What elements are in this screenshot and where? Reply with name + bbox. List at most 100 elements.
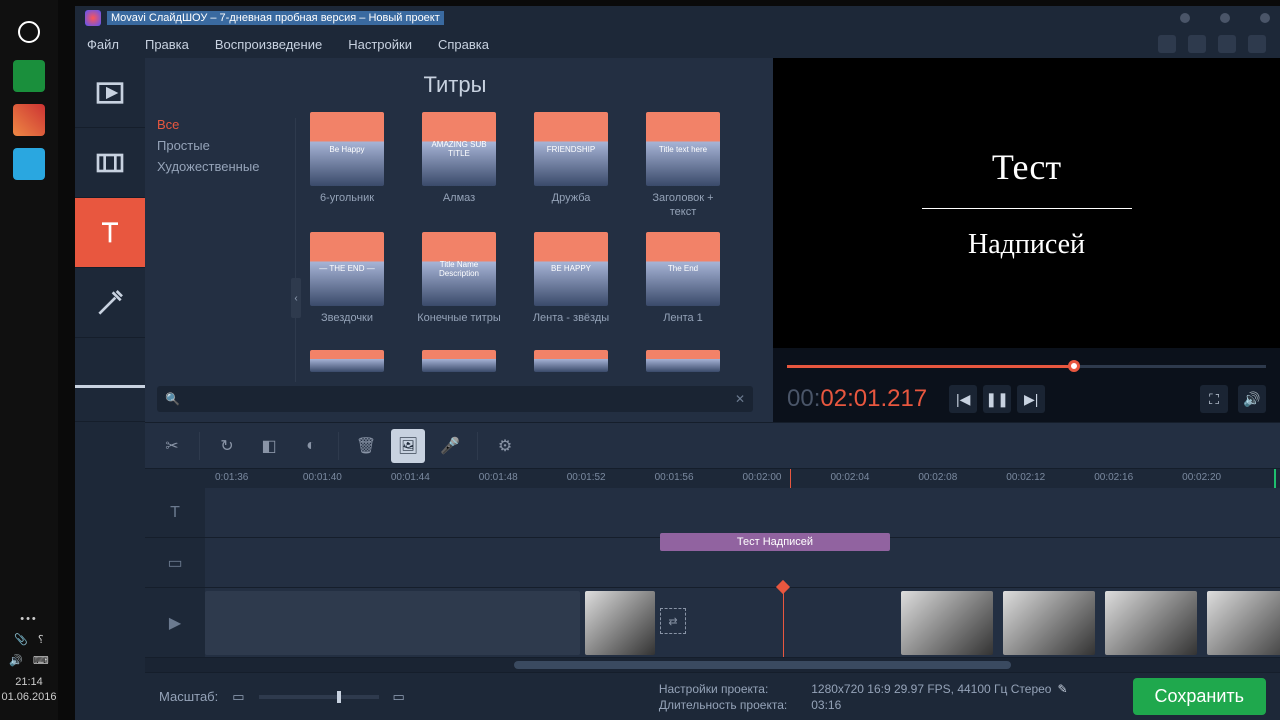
preview-text-1: Тест (992, 146, 1061, 188)
edit-settings-icon[interactable]: ✎ (1057, 682, 1067, 696)
thumb-hexagon[interactable]: Be Happy6-угольник (305, 112, 389, 220)
volume-button[interactable]: 🔊 (1238, 385, 1266, 413)
ruler-tick: 00:02:20 (1182, 469, 1270, 488)
crop-button[interactable]: ◧ (252, 429, 286, 463)
thumb-ribbon-1[interactable]: The EndЛента 1 (641, 232, 725, 338)
track-head-video[interactable]: ▶ (145, 588, 205, 657)
save-button[interactable]: Сохранить (1133, 678, 1266, 715)
video-gap[interactable] (205, 591, 580, 655)
thumb-header-text[interactable]: Title text hereЗаголовок + текст (641, 112, 725, 220)
menu-file[interactable]: Файл (87, 37, 119, 52)
track-titles[interactable] (205, 488, 1280, 537)
clear-search-icon[interactable]: ✕ (735, 392, 745, 406)
thumb-extra-1[interactable] (305, 350, 389, 372)
minimize-icon[interactable] (1180, 13, 1190, 23)
zoom-fit-icon[interactable]: ▭ (393, 689, 405, 705)
share-other-icon[interactable] (1248, 35, 1266, 53)
category-artistic[interactable]: Художественные (145, 156, 285, 177)
close-icon[interactable] (1260, 13, 1270, 23)
thumb-label: Конечные титры (417, 312, 501, 338)
timecode: 00:02:01.217 (787, 385, 927, 414)
video-clip[interactable] (1003, 591, 1095, 655)
menu-settings[interactable]: Настройки (348, 37, 412, 52)
share-vk-icon[interactable] (1218, 35, 1236, 53)
category-all[interactable]: Все (145, 114, 285, 135)
collapse-handle[interactable]: ‹ (291, 278, 301, 318)
tray-overflow-icon[interactable]: ••• (20, 613, 38, 625)
menu-help[interactable]: Справка (438, 37, 489, 52)
thumb-label: Заголовок + текст (641, 192, 725, 220)
video-clip[interactable] (585, 591, 655, 655)
search-input[interactable]: 🔍 ✕ (157, 386, 753, 412)
tool-more[interactable] (75, 352, 145, 422)
record-audio-button[interactable]: 🎤 (433, 429, 467, 463)
track-head-titles[interactable]: T (145, 488, 205, 537)
taskbar-app-3-icon[interactable] (13, 148, 45, 180)
scrub-bar[interactable] (787, 356, 1266, 376)
thumb-extra-4[interactable] (641, 350, 725, 372)
thumb-extra-2[interactable] (417, 350, 501, 372)
start-icon[interactable] (13, 16, 45, 48)
clock-date[interactable]: 01.06.2016 (1, 690, 56, 704)
clock-time[interactable]: 21:14 (1, 675, 56, 689)
ruler-tick: 00:02:12 (1006, 469, 1094, 488)
delete-button[interactable]: 🗑 (349, 429, 383, 463)
track-video[interactable]: Тест Надписей ⇄ (205, 588, 1280, 657)
share-youtube-icon[interactable] (1158, 35, 1176, 53)
menu-edit[interactable]: Правка (145, 37, 189, 52)
settings-button[interactable]: ⚙ (488, 429, 522, 463)
video-clip[interactable] (901, 591, 993, 655)
tool-titles[interactable] (75, 198, 145, 268)
timeline-playhead[interactable] (783, 588, 784, 657)
thumb-extra-3[interactable] (529, 350, 613, 372)
video-clip[interactable] (1207, 591, 1280, 655)
track-head-overlay[interactable]: ▭ (145, 538, 205, 587)
title-clip[interactable]: Тест Надписей (660, 533, 890, 551)
cut-button[interactable]: ✂ (155, 429, 189, 463)
category-simple[interactable]: Простые (145, 135, 285, 156)
ruler-tick: 00:02:08 (918, 469, 1006, 488)
share-ok-icon[interactable] (1188, 35, 1206, 53)
timeline-ruler[interactable]: 0:01:36 00:01:40 00:01:44 00:01:48 00:01… (145, 468, 1280, 488)
timeline-scrollbar[interactable] (145, 658, 1280, 672)
video-clip[interactable] (1105, 591, 1197, 655)
thumb-ribbon-stars[interactable]: BE HAPPYЛента - звёзды (529, 232, 613, 338)
tool-effects[interactable] (75, 268, 145, 338)
thumb-stars[interactable]: — THE END —Звездочки (305, 232, 389, 338)
zoom-slider[interactable] (259, 695, 379, 699)
thumb-image (646, 350, 720, 372)
attachment-icon[interactable]: 📎 (14, 633, 28, 646)
scrub-knob[interactable] (1068, 360, 1080, 372)
thumb-label: 6-угольник (305, 192, 389, 218)
menu-playback[interactable]: Воспроизведение (215, 37, 322, 52)
maximize-icon[interactable] (1220, 13, 1230, 23)
zoom-out-icon[interactable]: ▭ (232, 689, 244, 705)
fullscreen-button[interactable]: ⛶ (1200, 385, 1228, 413)
project-settings-label: Настройки проекта: (659, 682, 787, 696)
transition-marker[interactable]: ⇄ (660, 608, 686, 634)
pause-button[interactable]: ❚❚ (983, 385, 1011, 413)
thumb-friendship[interactable]: FRIENDSHIPДружба (529, 112, 613, 220)
taskbar-app-2-icon[interactable] (13, 104, 45, 136)
tool-transitions[interactable] (75, 128, 145, 198)
color-button[interactable]: ◐ (294, 429, 328, 463)
thumb-end-credits[interactable]: Title Name DescriptionКонечные титры (417, 232, 501, 338)
taskbar-app-1-icon[interactable] (13, 60, 45, 92)
thumb-image: — THE END — (310, 232, 384, 306)
clip-properties-button[interactable]: 🖼 (391, 429, 425, 463)
ruler-playhead[interactable] (790, 469, 791, 488)
system-tray: ••• 📎 ⸮ 🔊 ⌨ 21:14 01.06.2016 (1, 613, 56, 720)
os-taskbar: ••• 📎 ⸮ 🔊 ⌨ 21:14 01.06.2016 (0, 0, 58, 720)
thumb-diamond[interactable]: AMAZING SUB TITLEАлмаз (417, 112, 501, 220)
next-button[interactable]: ▶| (1017, 385, 1045, 413)
keyboard-icon[interactable]: ⌨ (33, 654, 49, 667)
preview-canvas[interactable]: Тест Надписей (773, 58, 1280, 348)
rotate-button[interactable]: ↻ (210, 429, 244, 463)
prev-button[interactable]: |◀ (949, 385, 977, 413)
ruler-tick: 0:01:36 (215, 469, 303, 488)
tool-media[interactable] (75, 58, 145, 128)
zoom-label: Масштаб: (159, 689, 218, 704)
wifi-icon[interactable]: ⸮ (38, 633, 44, 646)
volume-icon[interactable]: 🔊 (9, 654, 23, 667)
app-icon (85, 10, 101, 26)
